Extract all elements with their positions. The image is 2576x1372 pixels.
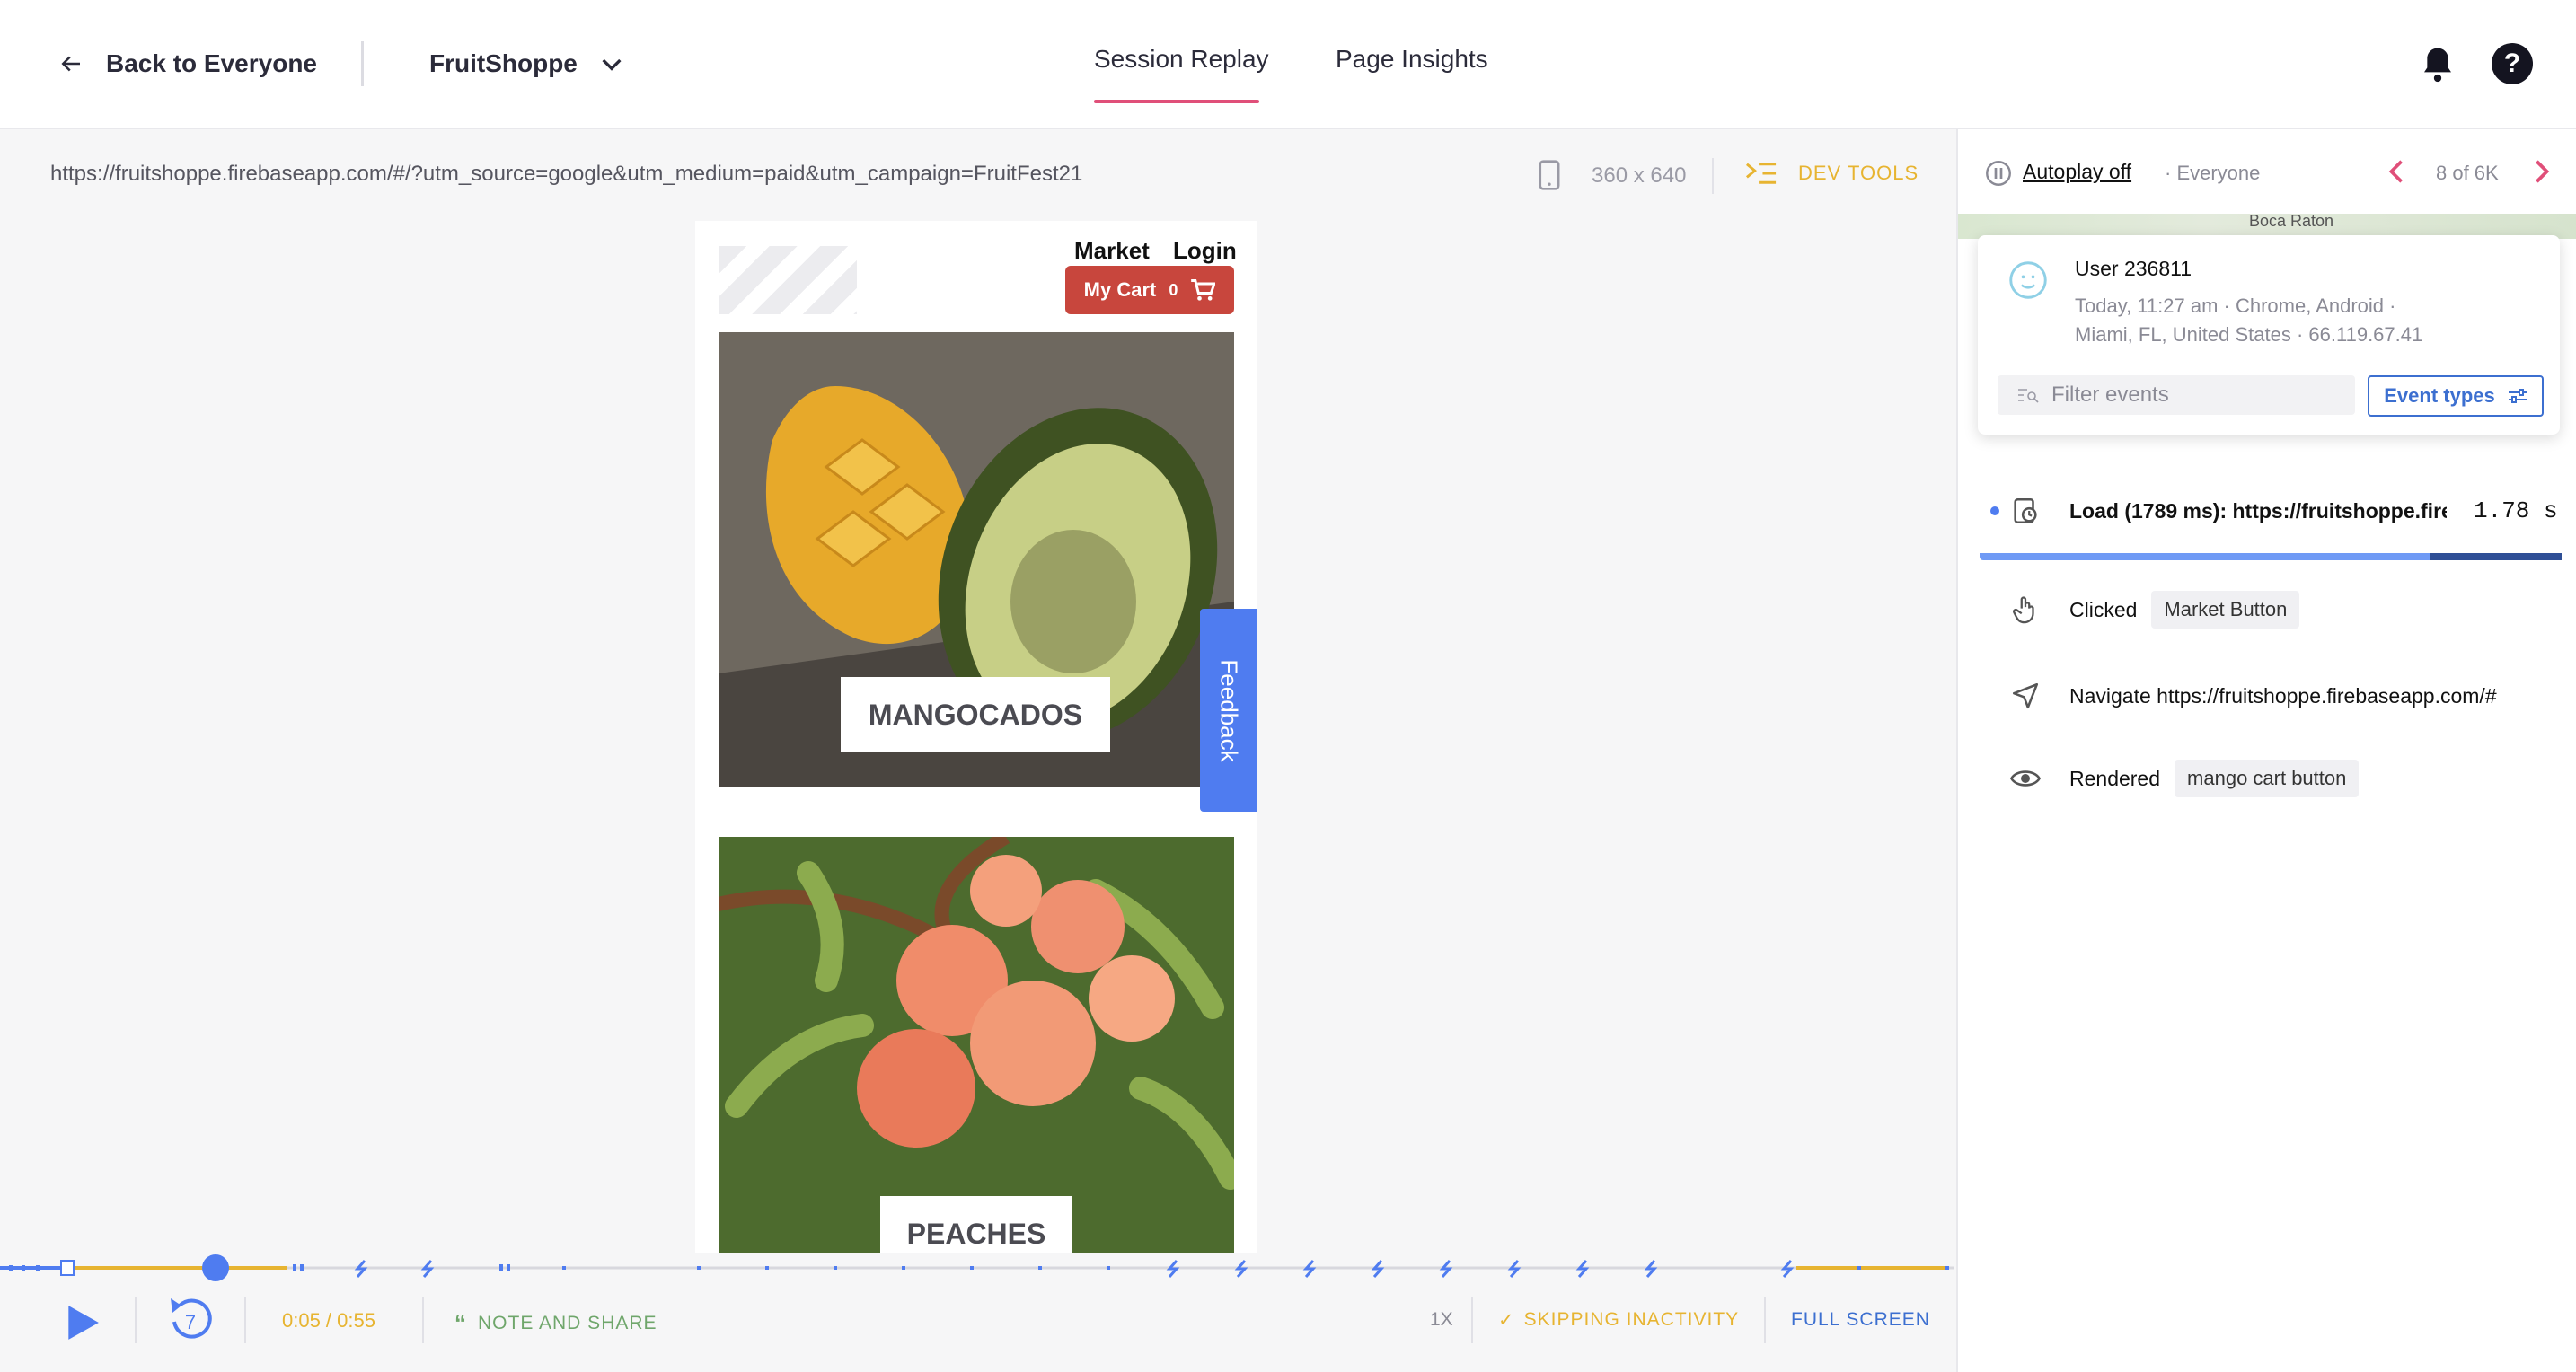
divider [1764,1297,1766,1343]
rewind-seconds: 7 [185,1311,196,1333]
product-label: MANGOCADOS [841,677,1110,752]
event-row-load[interactable]: Load (1789 ms): https://fruitshoppe.fire… [1980,479,2563,542]
back-to-everyone-button[interactable]: Back to Everyone [57,41,317,86]
tab-session-replay[interactable]: Session Replay [1094,45,1269,74]
timeline-playhead[interactable] [202,1254,229,1281]
user-location-meta: Miami, FL, United States · 66.119.67.41 [2075,323,2423,346]
peaches-photo [719,837,1234,1253]
play-icon[interactable] [63,1304,101,1341]
event-target-chip: mango cart button [2175,760,2360,797]
peaches-product-image[interactable]: PEACHES [719,837,1234,1253]
event-target-chip: Market Button [2151,591,2300,629]
cart-icon [1191,279,1216,301]
filter-search-icon [2018,389,2039,403]
chevron-right-icon[interactable] [2531,158,2553,185]
tab-page-insights[interactable]: Page Insights [1336,45,1488,74]
help-button[interactable]: ? [2492,43,2533,84]
event-types-button[interactable]: Event types [2368,375,2544,417]
device-size: 360 x 640 [1592,163,1687,188]
arrow-left-icon [61,56,80,72]
mangocados-product-image[interactable]: MANGOCADOS [719,332,1234,787]
dev-tools-button[interactable]: DEV TOOLS [1744,160,1919,187]
eye-icon [2010,770,2041,787]
cart-label: My Cart [1083,278,1157,301]
nav-login-link[interactable]: Login [1173,237,1237,265]
app-name: FruitShoppe [429,49,578,77]
quote-icon: “ [454,1309,467,1336]
cart-count: 0 [1169,280,1178,299]
divider [422,1297,424,1343]
note-and-share-button[interactable]: “ NOTE AND SHARE [454,1309,657,1337]
note-share-label: NOTE AND SHARE [478,1312,657,1333]
dev-tools-icon [1745,163,1777,184]
autoplay-toggle[interactable]: Autoplay off [2023,160,2131,184]
event-types-label: Event types [2384,384,2495,407]
site-logo-placeholder [719,246,857,314]
playback-speed[interactable]: 1X [1430,1309,1453,1331]
event-row-render[interactable]: Rendered mango cart button [1980,747,2563,810]
current-event-dot [1990,506,1999,515]
event-text: Load (1789 ms): https://fruitshoppe.fire… [2069,498,2447,523]
skip-inactivity-label: SKIPPING INACTIVITY [1523,1309,1740,1330]
divider [135,1297,137,1343]
pointer-hand-icon [2013,596,2034,624]
app-selector[interactable]: FruitShoppe [429,41,626,86]
playback-time: 0:05 / 0:55 [282,1309,375,1332]
divider [1471,1297,1473,1343]
user-session-meta: Today, 11:27 am · Chrome, Android · [2075,295,2396,317]
mobile-device-icon [1539,160,1560,190]
divider [361,41,364,86]
filter-events-input[interactable] [2051,383,2348,408]
rewind-icon[interactable]: 7 [165,1293,216,1343]
feedback-label: Feedback [1215,658,1243,762]
sliders-icon [2508,389,2527,403]
event-text: Rendered [2069,766,2161,790]
full-screen-button[interactable]: FULL SCREEN [1791,1309,1930,1331]
divider [244,1297,246,1343]
timeline-start-marker [60,1260,75,1276]
nav-market-link[interactable]: Market [1074,237,1150,265]
feedback-tab[interactable]: Feedback [1200,609,1257,812]
page-load-icon [2014,497,2037,524]
event-duration: 1.78 s [2465,497,2558,524]
user-name[interactable]: User 236811 [2075,257,2192,281]
user-avatar-icon [2009,261,2047,299]
page-url: https://fruitshoppe.firebaseapp.com/#/?u… [50,162,1083,186]
filter-events-field[interactable] [1998,375,2355,415]
event-text: Navigate https://fruitshoppe.firebaseapp… [2069,683,2497,708]
replay-viewport: Market Login My Cart 0 MANGOCADOS PEACHE… [695,221,1257,1253]
chevron-down-icon [602,58,622,71]
replay-timeline[interactable] [0,1250,1954,1286]
pause-circle-icon[interactable] [1985,160,2012,187]
segment-name: · Everyone [2165,162,2261,184]
event-row-click[interactable]: Clicked Market Button [1980,578,2563,641]
check-icon: ✓ [1498,1310,1515,1331]
my-cart-button[interactable]: My Cart 0 [1065,266,1234,314]
product-label: PEACHES [880,1196,1072,1253]
back-label: Back to Everyone [106,49,317,77]
navigate-arrow-icon [2012,682,2039,709]
map-city-label: Boca Raton [2249,212,2334,230]
event-text: Clicked [2069,597,2138,621]
event-row-navigate[interactable]: Navigate https://fruitshoppe.firebaseapp… [1980,664,2563,727]
divider [1712,158,1714,194]
active-tab-indicator [1094,100,1259,103]
top-bar [0,0,2576,129]
session-position: 8 of 6K [2436,162,2499,184]
chevron-left-icon[interactable] [2386,158,2407,185]
skip-inactivity-toggle[interactable]: ✓ SKIPPING INACTIVITY [1498,1309,1739,1332]
bell-icon[interactable] [2420,45,2456,84]
dev-tools-label: DEV TOOLS [1798,162,1919,184]
load-progress-bar-tail [2430,553,2562,560]
